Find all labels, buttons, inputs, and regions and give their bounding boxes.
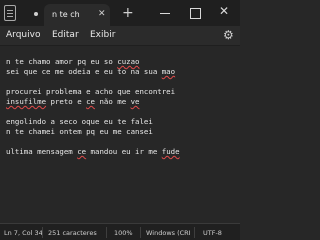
text-line: engolindo a seco oque eu te falei	[6, 117, 153, 126]
text-line: procurei problema e acho que encontrei	[6, 87, 176, 96]
misspelled-word: ce	[86, 97, 95, 106]
misspelled-word: mao	[161, 67, 176, 76]
text-line: sei que ce me odeia e eu to na sua mao	[6, 67, 176, 76]
tab-close-icon[interactable]: ✕	[98, 9, 106, 19]
misspelled-word: insufilme	[6, 97, 47, 106]
menu-view[interactable]: Exibir	[90, 30, 115, 40]
text-editor[interactable]: n te chamo amor pq eu so cuzao sei que c…	[0, 47, 240, 223]
misspelled-word: fude	[161, 147, 180, 156]
text-line: insufilme preto e ce não me ve	[6, 97, 140, 106]
menu-edit[interactable]: Editar	[52, 30, 79, 40]
misspelled-word: ve	[130, 97, 140, 106]
line-ending[interactable]: Windows (CRI	[146, 229, 191, 237]
divider	[140, 227, 141, 238]
misspelled-word: cuzao	[117, 57, 140, 66]
divider	[42, 227, 43, 238]
maximize-icon[interactable]	[188, 6, 202, 20]
text-line: ultima mensagem ce mandou eu ir me fude	[6, 147, 180, 156]
divider	[106, 227, 107, 238]
notepad-icon	[4, 5, 16, 21]
status-bar: Ln 7, Col 34 251 caracteres 100% Windows…	[0, 223, 240, 240]
gear-icon[interactable]: ⚙	[223, 29, 236, 42]
character-count: 251 caracteres	[48, 229, 97, 237]
zoom-level[interactable]: 100%	[114, 229, 133, 237]
menu-file[interactable]: Arquivo	[6, 30, 40, 40]
tab-title: n te ch	[52, 10, 80, 19]
minimize-icon[interactable]	[158, 6, 174, 20]
close-window-icon[interactable]: ✕	[216, 4, 232, 20]
menu-bar: Arquivo Editar Exibir ⚙	[0, 26, 240, 46]
tab-document[interactable]: n te ch ✕	[44, 4, 110, 26]
add-tab-icon[interactable]: +	[122, 6, 134, 20]
misspelled-word: ce	[77, 147, 87, 156]
cursor-position[interactable]: Ln 7, Col 34	[4, 229, 43, 237]
divider	[194, 227, 195, 238]
text-line: n te chamei ontem pq eu me cansei	[6, 127, 153, 136]
title-bar: n te ch ✕ + ✕	[0, 0, 240, 26]
text-line: n te chamo amor pq eu so cuzao	[6, 57, 140, 66]
encoding[interactable]: UTF-8	[203, 229, 222, 237]
unsaved-dot-icon	[34, 12, 38, 16]
